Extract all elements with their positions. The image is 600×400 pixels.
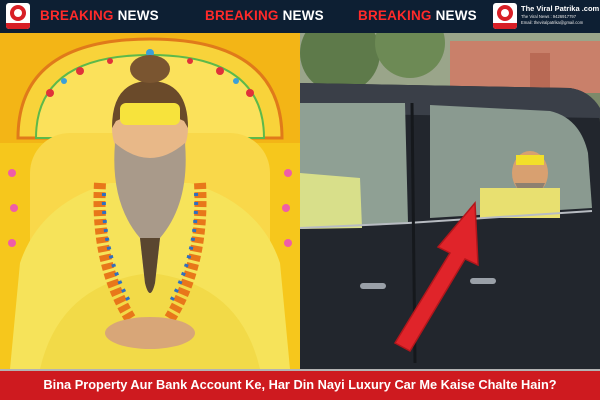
sage-photo-illustration: [0, 33, 300, 369]
breaking-news-banner: BREAKING NEWS BREAKING NEWS BREAKING NEW…: [0, 0, 600, 33]
right-photo: [300, 33, 600, 369]
news-word: NEWS: [435, 8, 477, 23]
channel-logo: [6, 3, 30, 29]
breaking-news-label: BREAKING NEWS: [40, 8, 159, 23]
news-word: NEWS: [117, 8, 159, 23]
headline-text: Bina Property Aur Bank Account Ke, Har D…: [43, 377, 557, 392]
brand-block: The Viral Patrika .com The Viral News : …: [521, 4, 599, 25]
breaking-word: BREAKING: [40, 8, 114, 23]
brand-contact: The Viral News : 9426917797: [521, 14, 577, 19]
news-word: NEWS: [282, 8, 324, 23]
breaking-news-label: BREAKING NEWS: [358, 8, 477, 23]
brand-email: Email: theviralpatrika@gmail.com: [521, 20, 584, 25]
left-photo: [0, 33, 300, 369]
breaking-word: BREAKING: [205, 8, 279, 23]
brand-logo: [493, 3, 517, 29]
brand-name: The Viral Patrika .com: [521, 4, 600, 13]
breaking-news-label: BREAKING NEWS: [205, 8, 324, 23]
breaking-word: BREAKING: [358, 8, 432, 23]
car-photo-illustration: [300, 33, 600, 369]
headline-caption-bar: Bina Property Aur Bank Account Ke, Har D…: [0, 369, 600, 400]
